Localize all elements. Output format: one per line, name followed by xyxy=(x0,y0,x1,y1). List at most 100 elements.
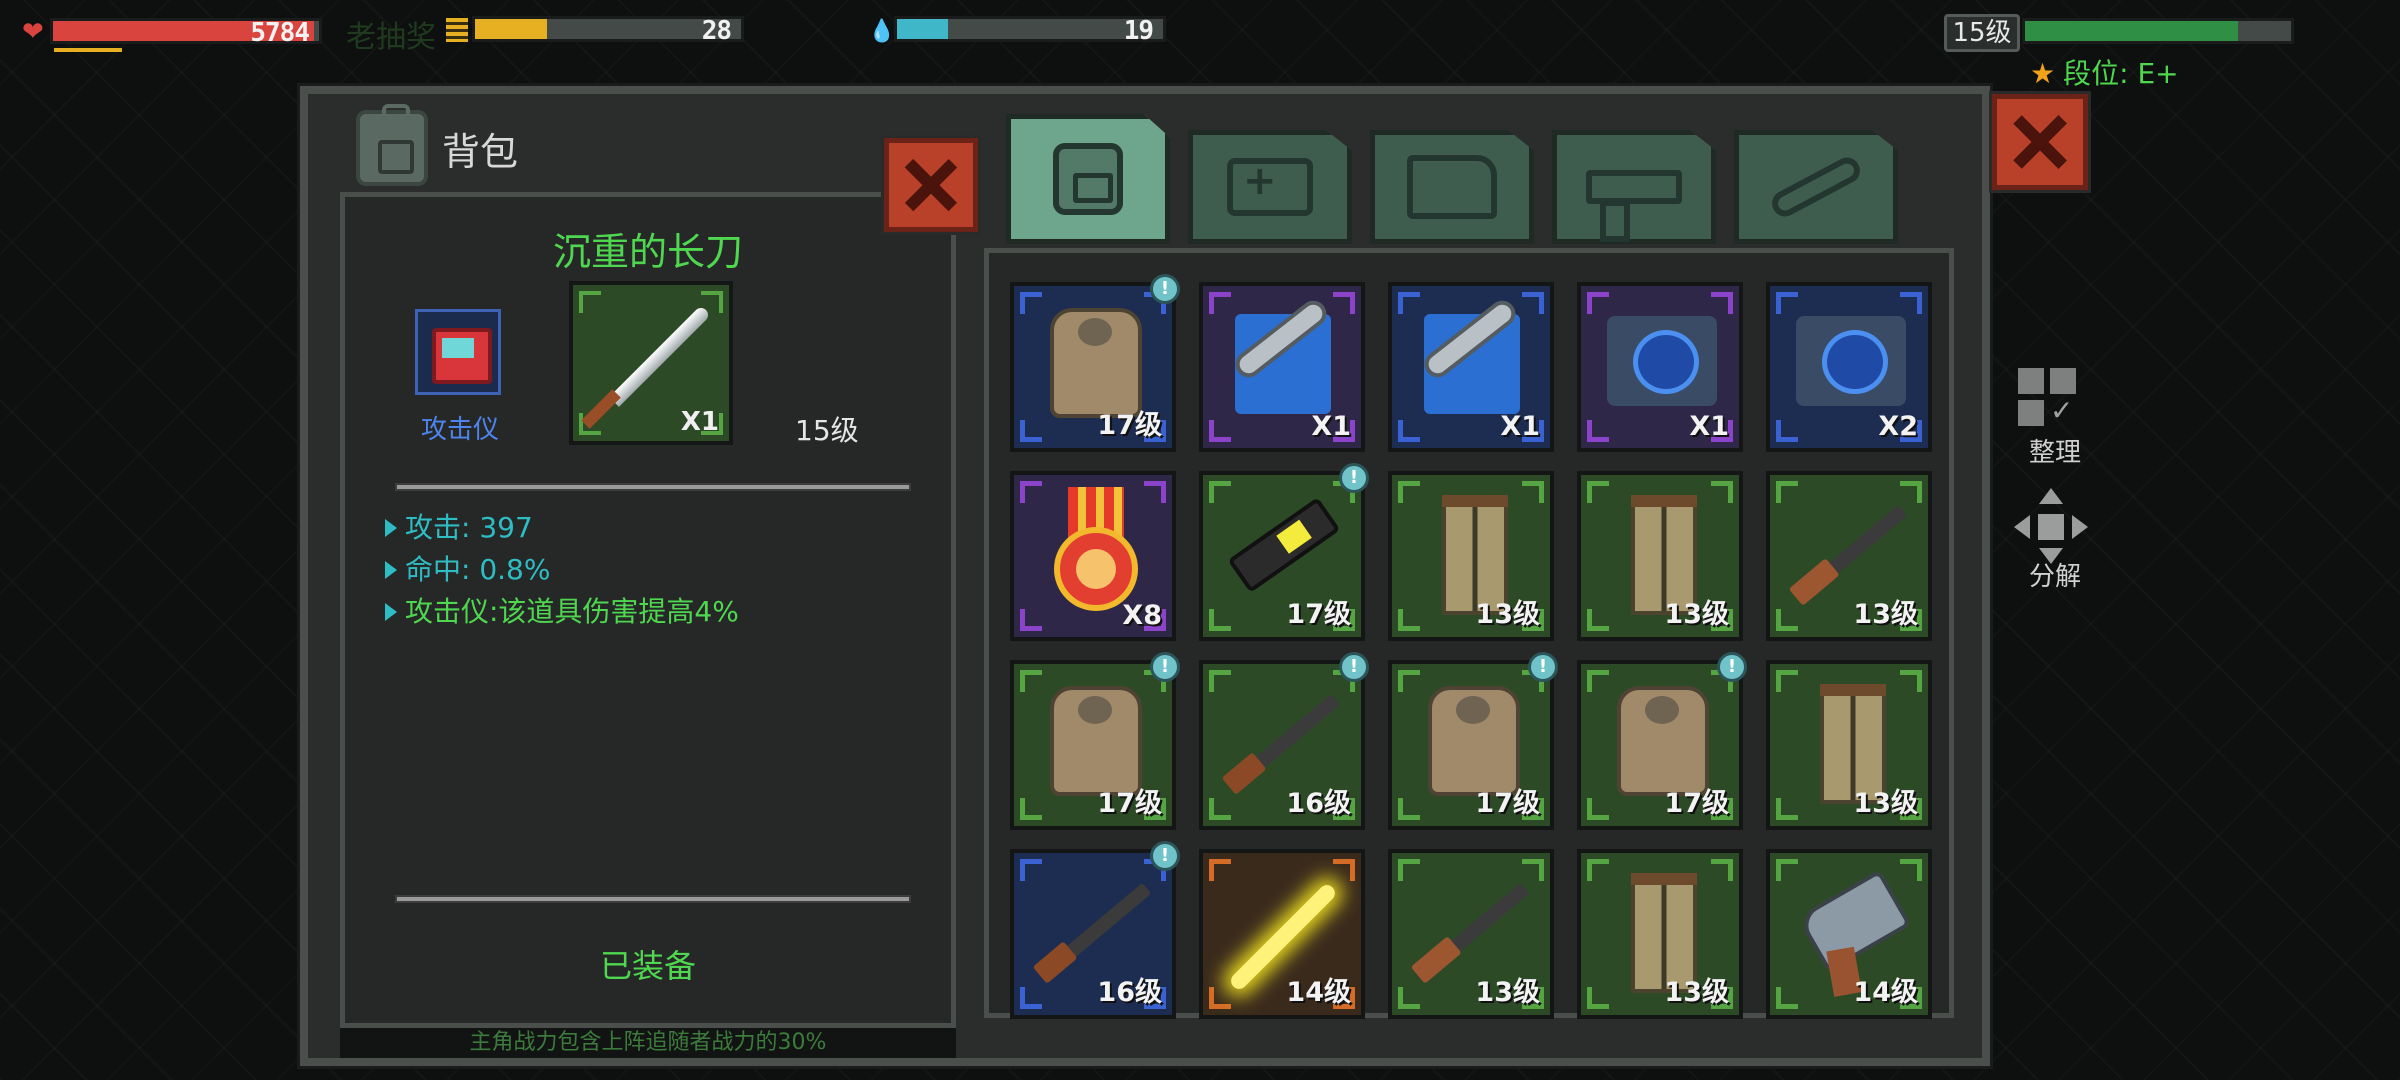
inventory-slot-wrench-kit[interactable]: X1 xyxy=(1199,282,1365,452)
inventory-slot-wrench-kit[interactable]: X1 xyxy=(1388,282,1554,452)
armor-icon xyxy=(1407,155,1497,219)
sort-button-label[interactable]: 整理 xyxy=(2010,432,2100,469)
health-sub-bar xyxy=(54,48,122,52)
slot-corner xyxy=(1020,798,1042,820)
slot-corner xyxy=(1333,292,1355,314)
inventory-slot-assault-rifle[interactable]: 16级! xyxy=(1199,652,1369,830)
inventory-slot-shotgun[interactable]: 13级 xyxy=(1388,849,1554,1019)
inventory-slot-tactical-vest[interactable]: 17级! xyxy=(1577,652,1747,830)
inventory-slot-shotgun[interactable]: 13级 xyxy=(1766,471,1932,641)
new-item-badge-icon: ! xyxy=(1339,463,1369,493)
slot-label: X1 xyxy=(1500,411,1540,442)
slot-corner xyxy=(1587,987,1609,1009)
slot-corner xyxy=(1711,481,1733,503)
slot-corner xyxy=(1209,292,1231,314)
slot-corner xyxy=(1209,987,1231,1009)
xp-bar xyxy=(2022,18,2294,44)
inventory-slot-chip-module[interactable]: X1 xyxy=(1577,282,1743,452)
slot-corner xyxy=(1776,420,1798,442)
slot-corner xyxy=(1587,420,1609,442)
slot-label: 17级 xyxy=(1664,788,1729,819)
slot-label: 17级 xyxy=(1286,599,1351,630)
split-button-label[interactable]: 分解 xyxy=(2010,556,2100,593)
slot-corner xyxy=(1020,481,1042,503)
inventory-slot-tactical-vest[interactable]: 17级! xyxy=(1010,652,1180,830)
slot-corner xyxy=(1776,481,1798,503)
water-value: 19 xyxy=(1123,16,1154,46)
slot-corner xyxy=(1398,798,1420,820)
slot-corner xyxy=(1587,670,1609,692)
gun-icon xyxy=(1586,170,1682,242)
slot-corner xyxy=(1209,670,1231,692)
slot-corner xyxy=(1398,609,1420,631)
slot-corner xyxy=(1398,670,1420,692)
inventory-slot-pants[interactable]: 13级 xyxy=(1766,660,1932,830)
slot-label: X1 xyxy=(1689,411,1729,442)
slot-label: 13级 xyxy=(1664,599,1729,630)
equipped-status: 已装备 xyxy=(599,947,696,985)
divider-top xyxy=(395,483,911,491)
slot-corner xyxy=(1587,798,1609,820)
arrow-up-icon xyxy=(2039,488,2063,504)
slot-corner xyxy=(1776,292,1798,314)
slot-corner xyxy=(1020,292,1042,314)
rank-label[interactable]: ★ 段位: E+ xyxy=(2030,52,2179,92)
inventory-slot-pants[interactable]: 13级 xyxy=(1577,471,1743,641)
health-bar: 5784 xyxy=(50,18,322,48)
attack-device-icon[interactable] xyxy=(415,309,501,395)
game-screen: ❤ 5784 老抽奖 28 💧 19 15级 ★ 段位: E+ 背包 沉重的长刀 … xyxy=(0,0,2400,1080)
backpack-header: 背包 xyxy=(356,104,519,186)
inventory-slot-pants[interactable]: 13级 xyxy=(1577,849,1743,1019)
revolver-icon xyxy=(1796,869,1912,973)
tab-armor[interactable] xyxy=(1370,130,1534,244)
divider-bottom xyxy=(395,895,911,903)
inventory-slot-laser-gun[interactable]: 17级! xyxy=(1199,463,1369,641)
slot-label: X2 xyxy=(1878,411,1918,442)
slot-label: X1 xyxy=(1311,411,1351,442)
tab-tools[interactable] xyxy=(1734,130,1898,244)
inventory-slot-light-saber[interactable]: 14级 xyxy=(1199,849,1365,1019)
vest-icon xyxy=(1428,686,1520,796)
slot-label: 13级 xyxy=(1664,977,1729,1008)
slot-corner xyxy=(579,291,601,313)
energy-bar: 28 xyxy=(472,16,744,46)
slot-label: 16级 xyxy=(1286,788,1351,819)
checkmark-icon: ✓ xyxy=(2050,394,2074,427)
backpack-title: 背包 xyxy=(442,129,519,174)
inventory-slot-medal[interactable]: X8 xyxy=(1010,471,1176,641)
wrench-icon xyxy=(1767,152,1865,222)
slot-corner xyxy=(1020,609,1042,631)
tab-backpack[interactable] xyxy=(1006,114,1170,244)
stat-text: 攻击: 397 xyxy=(405,511,533,544)
slot-corner xyxy=(1398,292,1420,314)
tab-weapons[interactable] xyxy=(1552,130,1716,244)
chip-module-icon xyxy=(1796,316,1906,406)
rifle-icon xyxy=(1231,693,1341,789)
inventory-slot-pants[interactable]: 13级 xyxy=(1388,471,1554,641)
inventory-slot-chip-module[interactable]: X2 xyxy=(1766,282,1932,452)
sort-icon[interactable]: ✓ xyxy=(2018,368,2082,432)
arrow-right-icon xyxy=(385,561,397,579)
slot-corner xyxy=(1522,859,1544,881)
slot-corner xyxy=(1522,292,1544,314)
inventory-slot-assault-rifle[interactable]: 16级! xyxy=(1010,841,1180,1019)
arrow-right-icon xyxy=(2072,515,2088,539)
star-icon: ★ xyxy=(2030,57,2056,90)
close-detail-button[interactable] xyxy=(881,135,981,235)
slot-corner xyxy=(1209,798,1231,820)
inventory-slot-tactical-vest[interactable]: 17级! xyxy=(1010,274,1180,452)
vest-icon xyxy=(1050,686,1142,796)
inventory-slot-tactical-vest[interactable]: 17级! xyxy=(1388,652,1558,830)
item-detail-pane: 沉重的长刀 攻击仪 X1 15级 攻击: 397 命中: 0.8% 攻击仪:该道… xyxy=(340,192,956,1028)
slot-corner xyxy=(1776,609,1798,631)
tab-medical[interactable] xyxy=(1188,130,1352,244)
slot-corner xyxy=(1900,670,1922,692)
slot-label: X8 xyxy=(1122,600,1162,631)
energy-bar-fill xyxy=(475,19,547,39)
new-item-badge-icon: ! xyxy=(1150,652,1180,682)
inventory-slot-revolver[interactable]: 14级 xyxy=(1766,849,1932,1019)
close-backpack-button[interactable] xyxy=(1989,91,2091,193)
grid-square xyxy=(2018,368,2044,394)
stat-text: 命中: 0.8% xyxy=(405,553,551,586)
slot-corner xyxy=(1900,859,1922,881)
